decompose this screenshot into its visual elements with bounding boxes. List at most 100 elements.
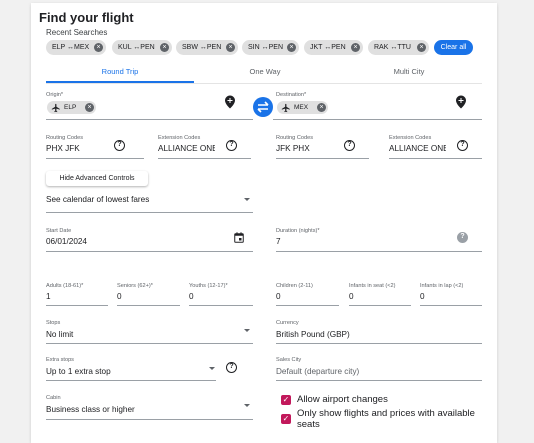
location-pin-icon[interactable] — [455, 95, 467, 109]
youths-underline — [189, 305, 253, 306]
close-icon[interactable]: × — [417, 43, 426, 52]
available-seats-checkbox[interactable]: ✓ — [281, 414, 291, 424]
routing-codes-underline — [276, 158, 369, 159]
extra-stops-select[interactable]: Up to 1 extra stop — [46, 367, 196, 376]
recent-search-chip[interactable]: SIN ↔PEN × — [242, 40, 299, 55]
start-date-label: Start Date — [46, 228, 72, 234]
allow-airport-changes-checkbox[interactable]: ✓ — [281, 395, 291, 405]
available-seats-label: Only show flights and prices with availa… — [297, 408, 475, 430]
allow-airport-changes-label: Allow airport changes — [297, 394, 388, 405]
close-icon[interactable]: × — [160, 43, 169, 52]
help-icon[interactable]: ? — [344, 140, 355, 151]
destination-underline — [273, 119, 482, 120]
origin-label: Origin* — [46, 92, 64, 98]
location-pin-icon[interactable] — [224, 95, 236, 109]
adults-input[interactable]: 1 — [46, 292, 96, 301]
close-icon[interactable]: × — [85, 103, 94, 112]
infants-in-lap-input[interactable]: 0 — [420, 292, 470, 301]
destination-chip[interactable]: MEX × — [277, 101, 328, 114]
recent-search-chip[interactable]: RAK ↔TTU × — [368, 40, 429, 55]
origin-underline — [46, 119, 253, 120]
extra-stops-underline — [46, 380, 216, 381]
chevron-down-icon[interactable] — [244, 198, 250, 201]
swap-airports-button[interactable] — [253, 97, 273, 117]
infants-in-lap-underline — [420, 305, 482, 306]
swap-icon — [257, 101, 269, 113]
currency-label: Currency — [276, 320, 299, 326]
stops-label: Stops — [46, 320, 61, 326]
close-icon[interactable]: × — [351, 43, 360, 52]
page-title: Find your flight — [39, 10, 134, 25]
chevron-down-icon[interactable] — [244, 404, 250, 407]
duration-input[interactable]: 7 — [276, 237, 336, 246]
routing-codes-label: Routing Codes — [46, 135, 84, 141]
close-icon[interactable]: × — [226, 43, 235, 52]
infants-in-seat-label: Infants in seat (<2) — [349, 283, 396, 289]
tab-multi-city[interactable]: Multi City — [335, 67, 483, 76]
youths-input[interactable]: 0 — [189, 292, 239, 301]
start-date-input[interactable]: 06/01/2024 — [46, 237, 166, 246]
recent-search-chip[interactable]: KUL ↔PEN × — [112, 40, 172, 55]
extension-codes-label: Extension Codes — [158, 135, 201, 141]
stops-select[interactable]: No limit — [46, 330, 196, 339]
hide-advanced-controls-button[interactable]: Hide Advanced Controls — [46, 171, 148, 186]
help-icon[interactable]: ? — [457, 140, 468, 151]
start-date-underline — [46, 251, 253, 252]
seniors-underline — [117, 305, 180, 306]
tab-round-trip[interactable]: Round Trip — [46, 67, 194, 76]
help-icon[interactable]: ? — [226, 140, 237, 151]
sales-city-input[interactable]: Default (departure city) — [276, 367, 456, 376]
cabin-select[interactable]: Business class or higher — [46, 405, 216, 414]
currency-input[interactable]: British Pound (GBP) — [276, 330, 456, 339]
cabin-underline — [46, 419, 253, 420]
children-input[interactable]: 0 — [276, 292, 326, 301]
close-icon[interactable]: × — [287, 43, 296, 52]
sales-city-underline — [276, 380, 482, 381]
recent-search-chip[interactable]: ELP ↔MEX × — [46, 40, 106, 55]
infants-in-seat-input[interactable]: 0 — [349, 292, 399, 301]
calendar-select-underline — [46, 212, 253, 213]
extension-codes-input[interactable]: ALLIANCE ONE — [389, 144, 446, 153]
tab-one-way[interactable]: One Way — [191, 67, 339, 76]
infants-in-lap-label: Infants in lap (<2) — [420, 283, 464, 289]
help-icon[interactable]: ? — [114, 140, 125, 151]
routing-codes-label: Routing Codes — [276, 135, 314, 141]
help-icon[interactable]: ? — [457, 232, 468, 243]
search-form-card: Find your flight Recent Searches ELP ↔ME… — [31, 3, 497, 443]
children-underline — [276, 305, 339, 306]
infants-in-seat-underline — [349, 305, 411, 306]
airplane-icon — [51, 103, 60, 112]
recent-search-chip[interactable]: SBW ↔PEN × — [176, 40, 238, 55]
airplane-icon — [281, 103, 290, 112]
recent-search-chip[interactable]: JKT ↔PEN × — [304, 40, 363, 55]
routing-codes-underline — [46, 158, 144, 159]
extension-codes-label: Extension Codes — [389, 135, 432, 141]
close-icon[interactable]: × — [94, 43, 103, 52]
active-tab-indicator — [46, 81, 194, 83]
seniors-input[interactable]: 0 — [117, 292, 167, 301]
extension-codes-underline — [158, 158, 251, 159]
seniors-label: Seniors (62+)* — [117, 283, 153, 289]
close-icon[interactable]: × — [317, 103, 326, 112]
origin-chip[interactable]: ELP × — [47, 101, 96, 114]
cabin-label: Cabin — [46, 395, 61, 401]
chevron-down-icon[interactable] — [244, 329, 250, 332]
youths-label: Youths (12-17)* — [189, 283, 228, 289]
calendar-icon[interactable] — [234, 232, 244, 243]
chevron-down-icon[interactable] — [209, 367, 215, 370]
duration-label: Duration (nights)* — [276, 228, 320, 234]
clear-all-button[interactable]: Clear all — [434, 40, 473, 55]
help-icon[interactable]: ? — [226, 362, 237, 373]
recent-searches-label: Recent Searches — [46, 28, 108, 37]
currency-underline — [276, 343, 482, 344]
calendar-select[interactable]: See calendar of lowest fares — [46, 195, 246, 204]
extension-codes-input[interactable]: ALLIANCE ONE — [158, 144, 215, 153]
children-label: Children (2-11) — [276, 283, 313, 289]
extra-stops-label: Extra stops — [46, 357, 74, 363]
extension-codes-underline — [389, 158, 482, 159]
adults-underline — [46, 305, 108, 306]
adults-label: Adults (18-61)* — [46, 283, 84, 289]
sales-city-label: Sales City — [276, 357, 302, 363]
duration-underline — [276, 251, 482, 252]
destination-label: Destination* — [276, 92, 307, 98]
